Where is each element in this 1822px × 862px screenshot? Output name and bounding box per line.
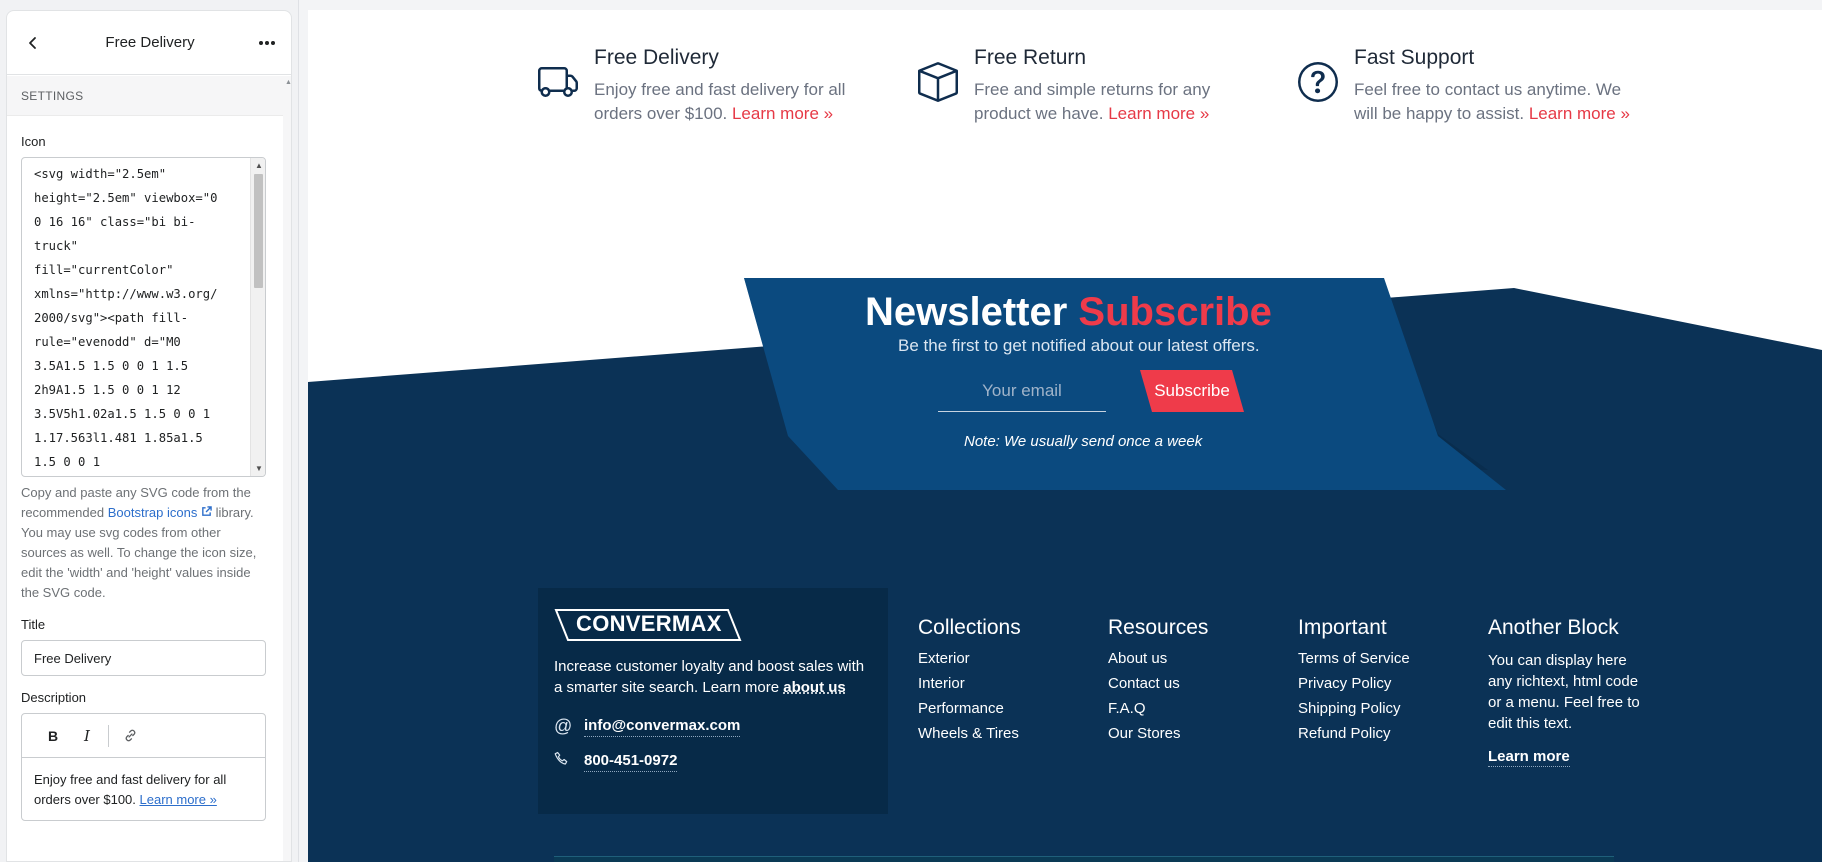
question-circle-icon (1298, 62, 1338, 102)
bootstrap-icons-link-label: Bootstrap icons (107, 505, 198, 520)
footer-link[interactable]: F.A.Q (1108, 700, 1208, 717)
another-block-learn-more-link[interactable]: Learn more (1488, 748, 1570, 767)
newsletter-section: Newsletter Subscribe Be the first to get… (308, 278, 1822, 488)
description-editor[interactable]: B I Enjoy free and fast delivery for all… (21, 713, 266, 821)
footer-link[interactable]: Wheels & Tires (918, 725, 1021, 742)
footer-column-collections: Collections Exterior Interior Performanc… (918, 616, 1021, 750)
footer-link[interactable]: Contact us (1108, 675, 1208, 692)
truck-icon (538, 67, 578, 98)
another-block-text: You can display here any richtext, html … (1488, 652, 1640, 732)
footer-link[interactable]: About us (1108, 650, 1208, 667)
footer-link[interactable]: Interior (918, 675, 1021, 692)
scrollbar-thumb[interactable] (254, 174, 263, 288)
newsletter-subtitle: Be the first to get notified about our l… (898, 336, 1260, 355)
feature-title: Free Delivery (594, 46, 719, 69)
email-input[interactable]: Your email (938, 370, 1106, 412)
description-content[interactable]: Enjoy free and fast delivery for all ord… (22, 758, 265, 820)
footer-bottom-divider (554, 856, 1614, 862)
description-label: Description (21, 690, 87, 705)
editor-sidebar: Free Delivery ▲ SETTINGS Icon <svg width… (0, 0, 299, 862)
app-window: Free Delivery ▲ SETTINGS Icon <svg width… (0, 0, 1822, 862)
convermax-logo[interactable]: CONVERMAX (554, 608, 742, 642)
textarea-scrollbar[interactable]: ▲ ▼ (250, 158, 265, 476)
email-contact: @ info@convermax.com (554, 716, 872, 737)
description-learn-more-link[interactable]: Learn more » (140, 792, 217, 807)
more-options-button[interactable] (255, 31, 279, 55)
italic-icon: I (84, 726, 90, 745)
footer-column-title: Important (1298, 616, 1387, 639)
feature-text: Feel free to contact us anytime. We will… (1354, 78, 1644, 126)
about-us-link[interactable]: about us (783, 679, 846, 696)
icon-code-textarea[interactable]: <svg width="2.5em" height="2.5em" viewbo… (21, 157, 266, 477)
footer-link[interactable]: Performance (918, 700, 1021, 717)
feature-learn-more-link[interactable]: Learn more » (1529, 104, 1630, 123)
feature-title: Fast Support (1354, 46, 1475, 69)
feature-learn-more-link[interactable]: Learn more » (732, 104, 833, 123)
footer-column-title: Resources (1108, 616, 1209, 639)
icon-code-text: <svg width="2.5em" height="2.5em" viewbo… (34, 167, 218, 469)
bold-icon: B (47, 727, 59, 744)
phone-contact: 800-451-0972 (554, 751, 872, 772)
panel-title: Free Delivery (105, 34, 195, 51)
features-row: Free Delivery Enjoy free and fast delive… (308, 10, 1822, 190)
link-button[interactable] (113, 722, 147, 750)
feature-fast-support: Fast Support Feel free to contact us any… (1298, 46, 1644, 126)
at-icon: @ (554, 716, 573, 736)
footer-link[interactable]: Privacy Policy (1298, 675, 1410, 692)
settings-section-header: SETTINGS (7, 76, 291, 116)
scroll-up-icon[interactable]: ▲ (255, 161, 263, 170)
panel-scroll-area[interactable]: ▲ SETTINGS Icon <svg width="2.5em" heigh… (7, 76, 292, 861)
scroll-up-icon: ▲ (285, 79, 292, 86)
feature-title: Free Return (974, 46, 1087, 69)
newsletter-title-accent: Subscribe (1078, 290, 1272, 334)
feature-text: Free and simple returns for any product … (974, 78, 1244, 126)
title-input[interactable]: Free Delivery (21, 640, 266, 676)
box-icon (918, 62, 958, 102)
subscribe-button[interactable]: Subscribe (1140, 370, 1244, 412)
panel-scrollbar[interactable]: ▲ (283, 76, 292, 861)
footer-column-title: Another Block (1488, 616, 1619, 639)
footer-column-title: Collections (918, 616, 1021, 639)
feature-free-return: Free Return Free and simple returns for … (918, 46, 1244, 126)
footer-column-important: Important Terms of Service Privacy Polic… (1298, 616, 1410, 750)
title-label: Title (21, 617, 46, 632)
external-link-icon (202, 506, 212, 516)
feature-learn-more-link[interactable]: Learn more » (1108, 104, 1209, 123)
settings-panel: Free Delivery ▲ SETTINGS Icon <svg width… (6, 10, 292, 862)
email-link[interactable]: info@convermax.com (584, 717, 741, 737)
footer-brand-card: CONVERMAX Increase customer loyalty and … (538, 588, 888, 814)
footer-link[interactable]: Our Stores (1108, 725, 1208, 742)
logo-text: CONVERMAX (576, 611, 722, 636)
phone-icon (554, 751, 584, 772)
footer-link[interactable]: Shipping Policy (1298, 700, 1410, 717)
italic-button[interactable]: I (70, 722, 104, 750)
ellipsis-icon (259, 40, 275, 45)
footer-link[interactable]: Terms of Service (1298, 650, 1410, 667)
link-icon (125, 729, 135, 742)
feature-text: Enjoy free and fast delivery for all ord… (594, 78, 864, 126)
bold-button[interactable]: B (36, 722, 70, 750)
feature-free-delivery: Free Delivery Enjoy free and fast delive… (538, 46, 864, 126)
back-button[interactable] (21, 31, 45, 55)
newsletter-title: Newsletter Subscribe (865, 290, 1365, 335)
icon-help-text: Copy and paste any SVG code from the rec… (21, 483, 266, 603)
newsletter-note: Note: We usually send once a week (964, 433, 1203, 450)
scroll-down-icon[interactable]: ▼ (255, 464, 263, 473)
footer-link[interactable]: Exterior (918, 650, 1021, 667)
footer-link[interactable]: Refund Policy (1298, 725, 1410, 742)
bootstrap-icons-link[interactable]: Bootstrap icons (108, 505, 212, 520)
rte-toolbar: B I (22, 714, 265, 758)
footer-column-another-block: Another Block You can display here any r… (1488, 616, 1648, 775)
newsletter-title-main: Newsletter (865, 290, 1079, 334)
store-preview: Free Delivery Enjoy free and fast delive… (308, 10, 1822, 862)
chevron-left-icon (29, 36, 36, 49)
phone-link[interactable]: 800-451-0972 (584, 752, 678, 772)
footer-about-text: Increase customer loyalty and boost sale… (554, 656, 874, 698)
toolbar-divider (108, 724, 109, 747)
footer-column-resources: Resources About us Contact us F.A.Q Our … (1108, 616, 1208, 750)
icon-label: Icon (21, 134, 46, 149)
panel-header: Free Delivery (7, 11, 291, 75)
